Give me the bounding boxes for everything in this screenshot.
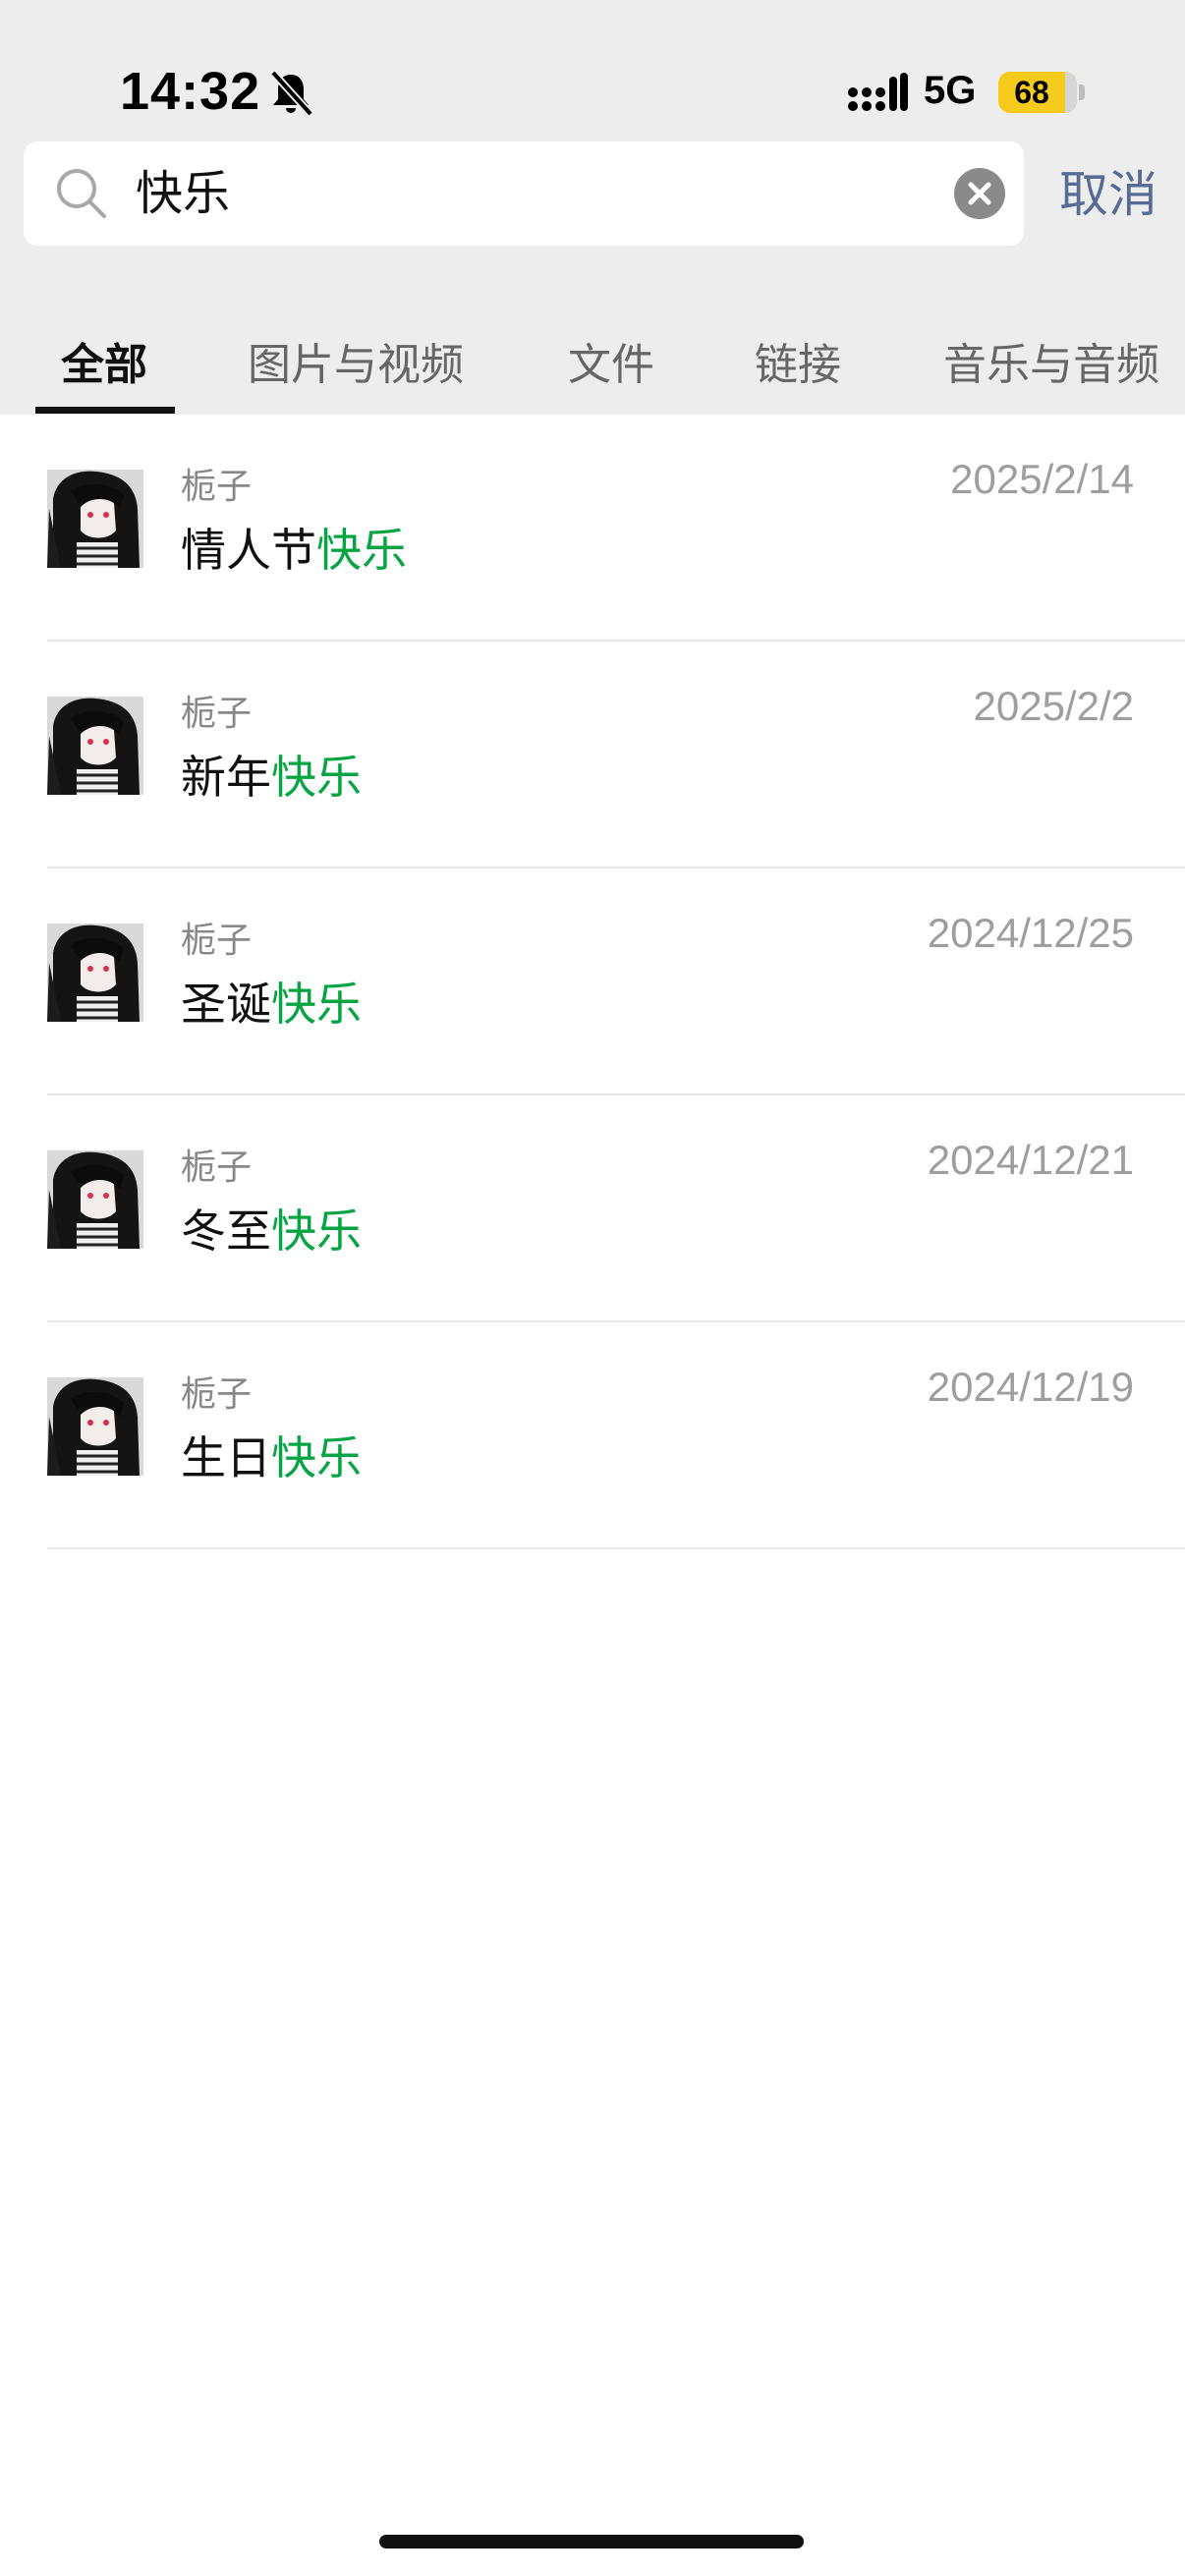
- avatar[interactable]: [47, 924, 143, 1022]
- message-text: 圣诞: [181, 978, 271, 1031]
- tab-active-indicator: [35, 407, 175, 414]
- search-result-row[interactable]: 栀子 2024/12/25 圣诞快乐: [0, 868, 1185, 1095]
- search-field[interactable]: 快乐: [24, 141, 1024, 246]
- row-divider: [47, 1547, 1185, 1549]
- result-sender: 栀子: [181, 467, 253, 507]
- result-date: 2025/2/2: [973, 683, 1135, 729]
- tab-music-audio[interactable]: 音乐与音频: [943, 328, 1159, 403]
- result-date: 2024/12/19: [927, 1364, 1134, 1410]
- result-sender: 栀子: [181, 921, 253, 961]
- tab-images-videos[interactable]: 图片与视频: [248, 328, 464, 403]
- tab-all[interactable]: 全部: [61, 328, 147, 403]
- search-result-row[interactable]: 栀子 2025/2/2 新年快乐: [0, 642, 1185, 868]
- battery-indicator: 68: [998, 72, 1077, 113]
- search-input[interactable]: 快乐: [136, 141, 230, 246]
- signal-icon: [848, 73, 908, 111]
- result-message: 圣诞快乐: [181, 969, 362, 1034]
- message-text: 情人节: [181, 524, 316, 577]
- network-type: 5G: [924, 69, 977, 112]
- message-text: 新年: [181, 751, 271, 804]
- result-message: 生日快乐: [181, 1423, 362, 1487]
- result-sender: 栀子: [181, 694, 253, 734]
- result-date: 2024/12/21: [927, 1137, 1134, 1183]
- avatar[interactable]: [47, 470, 143, 568]
- battery-level: 68: [1014, 75, 1049, 110]
- message-text: 冬至: [181, 1204, 271, 1258]
- avatar[interactable]: [47, 1377, 143, 1476]
- search-icon: [57, 169, 106, 218]
- search-result-row[interactable]: 栀子 2025/2/14 情人节快乐: [0, 415, 1185, 642]
- bell-slash-icon: [270, 70, 313, 117]
- highlighted-match: 快乐: [271, 1204, 362, 1258]
- clear-icon[interactable]: [953, 167, 1006, 220]
- result-message: 情人节快乐: [181, 515, 407, 580]
- highlighted-match: 快乐: [271, 978, 362, 1031]
- highlighted-match: 快乐: [316, 524, 407, 577]
- battery-nub: [1079, 84, 1085, 100]
- result-message: 新年快乐: [181, 742, 362, 807]
- result-message: 冬至快乐: [181, 1196, 362, 1260]
- highlighted-match: 快乐: [271, 751, 362, 804]
- tab-links[interactable]: 链接: [755, 328, 841, 403]
- home-indicator[interactable]: [379, 2535, 804, 2548]
- result-sender: 栀子: [181, 1374, 253, 1415]
- search-result-row[interactable]: 栀子 2024/12/21 冬至快乐: [0, 1095, 1185, 1322]
- result-date: 2025/2/14: [950, 456, 1134, 502]
- message-text: 生日: [181, 1431, 271, 1484]
- avatar[interactable]: [47, 697, 143, 795]
- search-result-row[interactable]: 栀子 2024/12/19 生日快乐: [0, 1322, 1185, 1549]
- highlighted-match: 快乐: [271, 1431, 362, 1484]
- result-date: 2024/12/25: [927, 910, 1134, 956]
- tab-files[interactable]: 文件: [568, 328, 654, 403]
- result-sender: 栀子: [181, 1148, 253, 1188]
- avatar[interactable]: [47, 1150, 143, 1249]
- cancel-button[interactable]: 取消: [1059, 157, 1157, 232]
- status-time: 14:32: [120, 62, 261, 121]
